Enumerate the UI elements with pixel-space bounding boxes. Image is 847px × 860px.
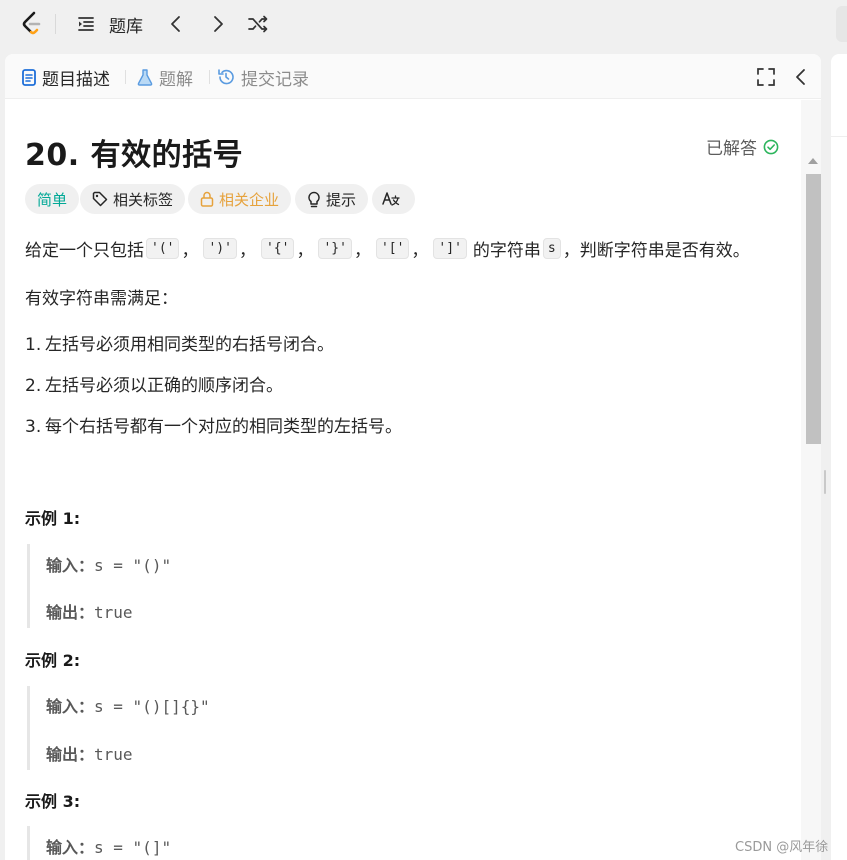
top-right-stub: [836, 6, 847, 42]
example-title: 示例 1:: [25, 509, 81, 528]
input-label: 输入：: [46, 838, 95, 857]
tab-description[interactable]: 题目描述: [22, 65, 110, 90]
output-label: 输出：: [46, 603, 95, 622]
difficulty-badge: 简单: [25, 184, 80, 214]
rules-intro: 有效字符串需满足：: [25, 289, 178, 309]
example-title: 示例 3:: [25, 792, 81, 811]
translate-button[interactable]: [372, 184, 415, 214]
lock-icon: [200, 191, 214, 207]
scrollbar-thumb[interactable]: [806, 174, 821, 444]
document-icon: [22, 68, 36, 86]
problem-list-icon[interactable]: [77, 15, 95, 33]
input-value: s = "()[]{}": [94, 697, 210, 716]
output-label: 输出：: [46, 745, 95, 764]
rule-item: 1. 左括号必须用相同类型的右括号闭合。: [25, 330, 334, 355]
editor-panel-edge: [831, 54, 847, 860]
input-label: 输入：: [46, 697, 95, 716]
rule-number: 3.: [25, 417, 42, 437]
related-tags-button[interactable]: 相关标签: [80, 184, 186, 214]
fullscreen-icon[interactable]: [757, 68, 775, 86]
tab-bar: 题目描述 题解 提交记录: [5, 54, 821, 99]
example-block-border: [27, 686, 30, 770]
tab-submissions-label: 提交记录: [241, 69, 309, 90]
rule-number: 1.: [25, 335, 42, 355]
watermark: CSDN @风年徐: [735, 840, 829, 855]
example-input: 输入：s = "()[]{}": [46, 693, 210, 717]
problem-title: 20. 有效的括号: [25, 138, 244, 173]
example-block-border: [27, 544, 30, 628]
tag-icon: [92, 191, 108, 207]
hint-button[interactable]: 提示: [295, 184, 369, 214]
code-close-paren: ')': [203, 238, 237, 259]
related-companies-button[interactable]: 相关企业: [188, 184, 292, 214]
code-open-brace: '{': [260, 238, 295, 259]
description-panel: 题目描述 题解 提交记录 20. 有效的括号 已解答 简单 相关标签 相关企业 …: [5, 54, 821, 860]
code-close-bracket: ']': [433, 238, 467, 259]
separator: ，: [238, 241, 256, 261]
example-block-border: [27, 826, 30, 860]
example-title: 示例 2:: [25, 651, 81, 670]
separator: ，: [411, 241, 429, 261]
separator: ，: [353, 241, 371, 261]
input-label: 输入：: [46, 556, 95, 575]
solved-status: 已解答: [706, 134, 779, 159]
panel-divider: [831, 136, 847, 137]
nav-divider: [55, 14, 56, 34]
random-problem-icon[interactable]: [247, 14, 269, 34]
code-open-paren: '(': [146, 238, 180, 259]
example-input: 输入：s = "(]": [46, 834, 171, 858]
code-open-bracket: '[': [375, 238, 410, 259]
flask-icon: [137, 68, 153, 86]
tab-separator: [209, 70, 210, 84]
input-value: s = "(]": [94, 838, 172, 857]
next-problem-icon[interactable]: [208, 14, 228, 34]
rule-text: 左括号必须用相同类型的右括号闭合。: [45, 335, 334, 355]
statement-suffix: ，判断字符串是否有效。: [562, 241, 750, 261]
problem-statement: 给定一个只包括 '('， ')'， '{'， '}'， '['， ']' 的字符…: [25, 236, 750, 261]
problem-list-label[interactable]: 题库: [109, 12, 143, 37]
tab-separator: [125, 70, 126, 84]
example-output: 输出：true: [46, 741, 133, 765]
rule-number: 2.: [25, 376, 42, 396]
separator: ，: [181, 241, 199, 261]
history-icon: [218, 69, 234, 85]
tab-solutions[interactable]: 题解: [137, 65, 193, 90]
rule-text: 左括号必须以正确的顺序闭合。: [45, 376, 283, 396]
top-nav: 题库: [0, 0, 847, 48]
rule-text: 每个右括号都有一个对应的相同类型的左括号。: [45, 417, 402, 437]
rule-item: 2. 左括号必须以正确的顺序闭合。: [25, 371, 283, 396]
separator: ，: [296, 241, 314, 261]
solved-label: 已解答: [706, 139, 757, 159]
tab-description-label: 题目描述: [42, 69, 110, 90]
statement-middle: 的字符串: [472, 241, 541, 261]
scroll-up-arrow[interactable]: [808, 158, 818, 164]
example-output: 输出：true: [46, 599, 133, 623]
input-value: s = "()": [94, 556, 172, 575]
output-value: true: [94, 603, 133, 622]
hint-label: 提示: [326, 190, 357, 209]
related-tags-label: 相关标签: [113, 190, 174, 209]
translate-icon: [382, 192, 400, 206]
related-companies-label: 相关企业: [219, 190, 280, 209]
prev-problem-icon[interactable]: [166, 14, 186, 34]
statement-prefix: 给定一个只包括: [25, 241, 144, 261]
code-close-brace: '}': [318, 238, 352, 259]
difficulty-label: 简单: [37, 190, 68, 209]
panel-resize-handle[interactable]: [824, 470, 826, 494]
rule-item: 3. 每个右括号都有一个对应的相同类型的左括号。: [25, 412, 402, 437]
code-var-s: s: [542, 238, 561, 259]
output-value: true: [94, 745, 133, 764]
lightbulb-icon: [308, 191, 320, 207]
example-input: 输入：s = "()": [46, 552, 171, 576]
tab-submissions[interactable]: 提交记录: [217, 65, 309, 90]
leetcode-logo-icon[interactable]: [20, 11, 44, 37]
check-circle-icon: [763, 139, 779, 154]
collapse-panel-icon[interactable]: [792, 67, 810, 87]
tab-solutions-label: 题解: [159, 69, 193, 90]
